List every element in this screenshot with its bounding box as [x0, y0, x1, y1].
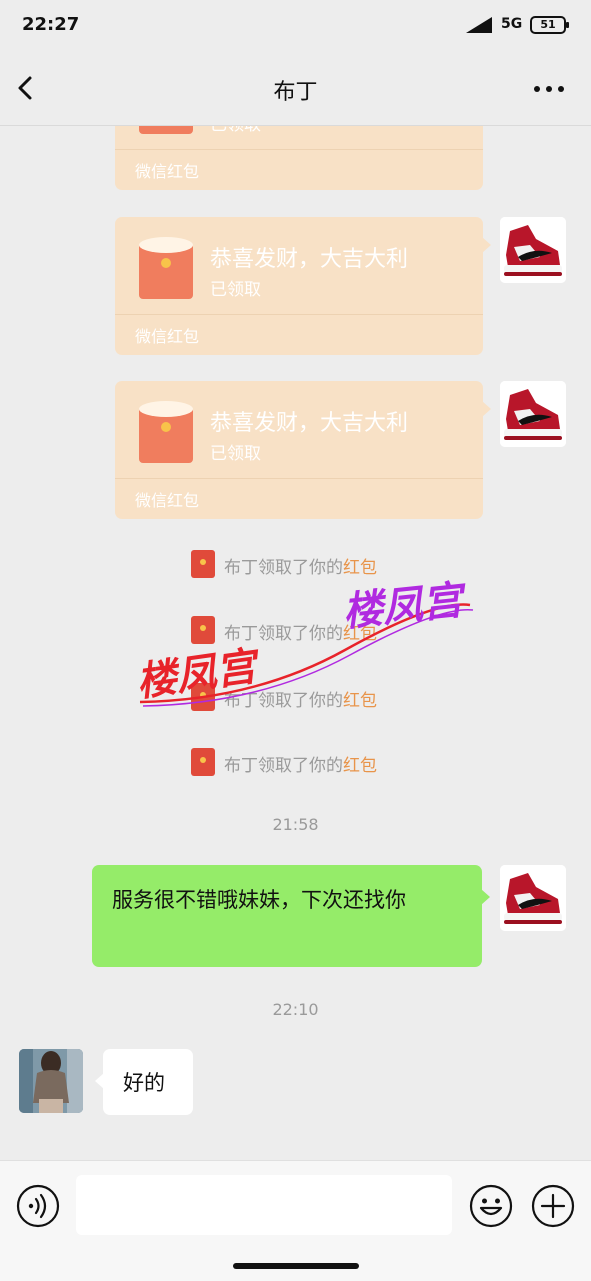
red-packet-card[interactable]: 已领取 微信红包	[115, 126, 483, 190]
more-icon[interactable]	[529, 74, 569, 104]
red-packet-footer: 微信红包	[115, 149, 483, 190]
my-avatar[interactable]	[500, 217, 566, 283]
sneaker-avatar-icon	[500, 217, 566, 283]
bubble-tail	[482, 401, 491, 417]
red-packet-icon	[139, 126, 193, 134]
home-indicator[interactable]	[233, 1263, 359, 1269]
voice-icon[interactable]	[16, 1184, 60, 1228]
contact-photo-icon	[19, 1049, 83, 1113]
input-bar	[0, 1160, 591, 1281]
red-packet-label: 微信红包	[135, 491, 200, 510]
emoji-icon[interactable]	[469, 1184, 513, 1228]
notice-text: 布丁领取了你的红包	[224, 756, 377, 776]
bubble-tail	[482, 237, 491, 253]
status-time: 22:27	[22, 14, 80, 35]
red-packet-small-icon	[191, 683, 215, 711]
sneaker-avatar-icon	[500, 381, 566, 447]
red-packet-status: 已领取	[210, 126, 261, 135]
notice-text: 布丁领取了你的红包	[224, 558, 377, 578]
battery-icon: 51	[530, 16, 569, 34]
red-packet-footer: 微信红包	[115, 478, 483, 519]
notice-text: 布丁领取了你的红包	[224, 691, 377, 711]
contact-avatar[interactable]	[19, 1049, 83, 1113]
red-packet-footer: 微信红包	[115, 314, 483, 355]
bubble-tail	[481, 889, 490, 905]
status-bar: 22:27 5G 51	[0, 0, 591, 52]
red-packet-small-icon	[191, 616, 215, 644]
network-type: 5G	[501, 16, 523, 32]
system-notice: 布丁领取了你的红包	[0, 616, 591, 646]
bubble-tail	[95, 1073, 104, 1089]
red-packet-link[interactable]: 红包	[343, 558, 377, 578]
plus-icon[interactable]	[531, 1184, 575, 1228]
red-packet-card[interactable]: 恭喜发财，大吉大利 已领取 微信红包	[115, 217, 491, 355]
red-packet-link[interactable]: 红包	[343, 691, 377, 711]
red-packet-small-icon	[191, 550, 215, 578]
received-message-bubble[interactable]: 好的	[95, 1049, 193, 1115]
red-packet-label: 微信红包	[135, 327, 200, 346]
chat-title: 布丁	[273, 80, 318, 105]
system-notice: 布丁领取了你的红包	[0, 748, 591, 778]
message-input[interactable]	[76, 1175, 452, 1235]
my-avatar[interactable]	[500, 381, 566, 447]
sent-message-text: 服务很不错哦妹妹，下次还找你	[112, 888, 406, 912]
red-packet-status: 已领取	[210, 444, 261, 464]
red-packet-link[interactable]: 红包	[343, 624, 377, 644]
system-notice: 布丁领取了你的红包	[0, 683, 591, 713]
red-packet-status: 已领取	[210, 280, 261, 300]
red-packet-icon	[139, 237, 193, 299]
timestamp: 21:58	[272, 815, 319, 834]
chat-area[interactable]: 已领取 微信红包 恭喜发财，大吉大利 已领取 微信红包 恭喜发财，大吉大利 已领…	[0, 126, 591, 1160]
red-packet-title: 恭喜发财，大吉大利	[210, 247, 409, 272]
system-notice: 布丁领取了你的红包	[0, 550, 591, 580]
notice-text: 布丁领取了你的红包	[224, 624, 377, 644]
red-packet-small-icon	[191, 748, 215, 776]
nav-bar: 布丁	[0, 52, 591, 126]
sneaker-avatar-icon	[500, 865, 566, 931]
sent-message-bubble[interactable]: 服务很不错哦妹妹，下次还找你	[92, 865, 490, 967]
red-packet-label: 微信红包	[135, 162, 200, 181]
red-packet-link[interactable]: 红包	[343, 756, 377, 776]
timestamp: 22:10	[272, 1000, 319, 1019]
red-packet-title: 恭喜发财，大吉大利	[210, 411, 409, 436]
my-avatar[interactable]	[500, 865, 566, 931]
signal-icon	[466, 17, 492, 33]
red-packet-card[interactable]: 恭喜发财，大吉大利 已领取 微信红包	[115, 381, 491, 519]
red-packet-icon	[139, 401, 193, 463]
received-message-text: 好的	[123, 1071, 165, 1095]
